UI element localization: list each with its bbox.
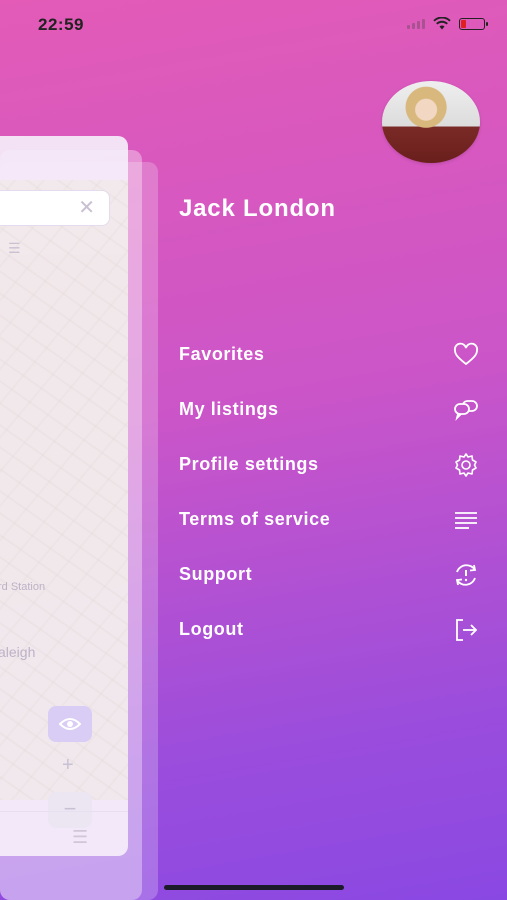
menu-item-label: Support [179, 564, 253, 584]
gear-icon [451, 450, 481, 480]
support-icon [451, 560, 481, 590]
wifi-icon [433, 17, 451, 30]
menu-icon: ☰ [72, 827, 89, 847]
chat-bubbles-icon [451, 395, 481, 425]
menu-item-my-listings[interactable]: My listings [179, 382, 481, 437]
map-search-field: ✕ [0, 190, 110, 226]
avatar[interactable] [382, 81, 480, 163]
menu-item-label: Profile settings [179, 454, 319, 474]
map-label: aleigh [0, 644, 36, 660]
tab-bar: ☰ [0, 811, 128, 856]
menu-item-label: Logout [179, 619, 244, 639]
lines-icon [451, 505, 481, 535]
menu-item-label: Favorites [179, 344, 265, 364]
battery-icon [459, 17, 488, 30]
menu-item-support[interactable]: Support [179, 547, 481, 602]
heart-icon [451, 340, 481, 370]
status-time: 22:59 [38, 15, 84, 34]
menu-item-label: My listings [179, 399, 279, 419]
menu-item-terms-of-service[interactable]: Terms of service [179, 492, 481, 547]
menu-item-logout[interactable]: Logout [179, 602, 481, 657]
logout-icon [451, 615, 481, 645]
zoom-in-icon: + [62, 754, 74, 776]
menu-item-label: Terms of service [179, 509, 331, 529]
status-bar: 22:59 [0, 0, 507, 50]
cellular-signal-icon [407, 18, 425, 29]
status-icons [407, 17, 488, 30]
map-label: rd Station [0, 581, 46, 593]
home-indicator [164, 885, 344, 890]
filter-icon: ☰ [8, 240, 21, 256]
eye-icon [48, 706, 92, 742]
close-icon: ✕ [78, 197, 95, 219]
background-screen-front[interactable]: ✕ ☰ rd Station aleigh + − ☰ [0, 136, 128, 856]
menu-item-favorites[interactable]: Favorites [179, 327, 481, 382]
menu-item-profile-settings[interactable]: Profile settings [179, 437, 481, 492]
profile-name: Jack London [179, 195, 336, 222]
side-menu: Favorites My listings Profile settings T… [179, 327, 481, 657]
